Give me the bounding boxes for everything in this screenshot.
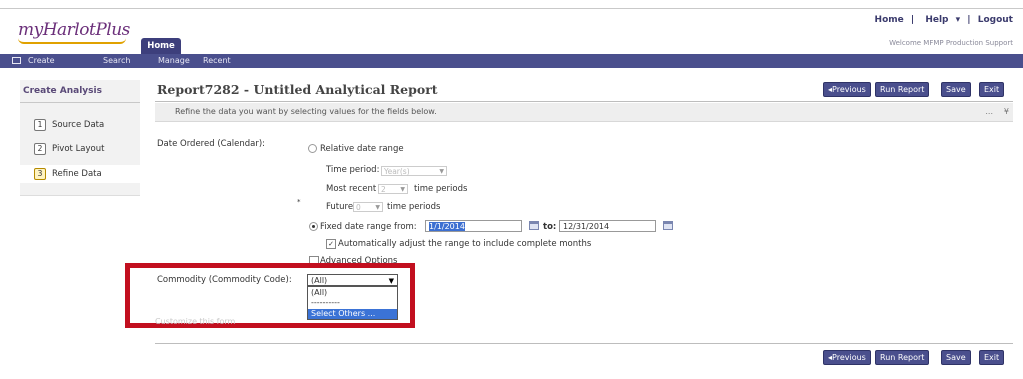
chevron-down-icon: ▼ [375, 204, 380, 211]
time-periods-suffix: time periods [387, 202, 441, 212]
most-recent-select[interactable]: 2 ▼ [378, 184, 408, 194]
customize-link[interactable]: Customize this form [155, 317, 235, 326]
from-date-input[interactable]: 1/1/2014 [425, 220, 522, 232]
fixed-date-label: Fixed date range from: [320, 222, 417, 232]
refine-instructions: Refine the data you want by selecting va… [175, 107, 437, 116]
welcome-text: Welcome MFMP Production Support [889, 39, 1013, 47]
top-border [0, 8, 1023, 9]
relative-date-label: Relative date range [320, 144, 404, 154]
fixed-date-radio[interactable] [309, 222, 318, 231]
most-recent-value: 2 [381, 185, 386, 194]
step-source-data[interactable]: 1 Source Data [34, 116, 104, 134]
step-refine-data[interactable]: 3 Refine Data [20, 165, 140, 183]
time-period-select[interactable]: Year(s) ▼ [381, 166, 447, 176]
save-button[interactable]: Save [941, 82, 971, 97]
exit-button[interactable]: Exit [979, 82, 1005, 97]
more-options-button[interactable]: ... [985, 107, 993, 116]
step-number: 2 [34, 143, 46, 155]
step-label: Pivot Layout [52, 144, 105, 154]
most-recent-label: Most recent [326, 184, 377, 194]
save-button[interactable]: Save [941, 350, 971, 365]
time-period-value: Year(s) [384, 167, 410, 176]
panel-title: Create Analysis [23, 86, 102, 96]
from-date-value: 1/1/2014 [429, 222, 465, 231]
report-title: Report7282 - Untitled Analytical Report [157, 82, 438, 97]
step-label: Refine Data [52, 169, 102, 179]
home-link[interactable]: Home [875, 15, 904, 25]
previous-button[interactable]: ◂Previous [823, 350, 871, 365]
to-date-input[interactable]: 12/31/2014 [559, 220, 656, 232]
nav-bar: Create Search Manage Recent [0, 54, 1023, 68]
exit-button[interactable]: Exit [979, 350, 1005, 365]
future-value: 0 [356, 203, 361, 212]
chevron-down-icon: ▼ [400, 186, 405, 193]
run-report-button[interactable]: Run Report [875, 82, 930, 97]
panel-divider [20, 102, 140, 103]
top-links-separator: | [910, 15, 915, 25]
calendar-icon[interactable] [529, 221, 539, 230]
nav-recent[interactable]: Recent [203, 54, 231, 68]
help-link-label: Help [925, 15, 949, 25]
logout-link[interactable]: Logout [978, 15, 1013, 25]
relative-date-radio[interactable] [308, 144, 317, 153]
top-links: Home | Help ▾ | Logout [871, 15, 1013, 25]
logo-text: myHarlotPlus [18, 20, 130, 40]
step-pivot-layout[interactable]: 2 Pivot Layout [34, 140, 104, 158]
top-links-separator: | [967, 15, 971, 25]
run-report-button[interactable]: Run Report [875, 350, 930, 365]
step-number: 3 [34, 168, 46, 180]
help-link[interactable]: Help ▾ [921, 15, 960, 25]
previous-button[interactable]: ◂Previous [823, 82, 871, 97]
title-divider [155, 101, 1013, 102]
refine-instructions-bar: Refine the data you want by selecting va… [155, 103, 1013, 122]
footer-divider [155, 343, 1013, 344]
step-number: 1 [34, 119, 46, 131]
auto-adjust-label: Automatically adjust the range to includ… [338, 239, 592, 249]
time-periods-suffix: time periods [414, 184, 468, 194]
app-logo[interactable]: myHarlotPlus [18, 20, 138, 44]
nav-manage[interactable]: Manage [158, 54, 190, 68]
to-label: to: [543, 222, 557, 232]
required-marker: * [297, 198, 301, 206]
tab-home[interactable]: Home [141, 38, 181, 54]
nav-search[interactable]: Search [103, 54, 130, 68]
create-icon[interactable] [12, 57, 21, 64]
time-period-label: Time period: [326, 165, 380, 175]
date-ordered-label: Date Ordered (Calendar): [157, 139, 266, 149]
chevron-down-icon: ▼ [439, 168, 444, 175]
to-date-value: 12/31/2014 [563, 222, 610, 231]
calendar-icon[interactable] [663, 221, 673, 230]
nav-create[interactable]: Create [28, 54, 55, 68]
logo-swoosh [18, 38, 126, 44]
auto-adjust-checkbox[interactable]: ✓ [326, 239, 336, 249]
create-analysis-panel: Create Analysis 1 Source Data 2 Pivot Layo… [20, 80, 140, 196]
help-dropdown-icon: ▾ [955, 15, 961, 25]
future-select[interactable]: 0 ▼ [353, 202, 383, 212]
settings-icon[interactable]: ¥ [1004, 107, 1009, 116]
step-label: Source Data [52, 120, 105, 130]
future-label: Future [326, 202, 354, 212]
